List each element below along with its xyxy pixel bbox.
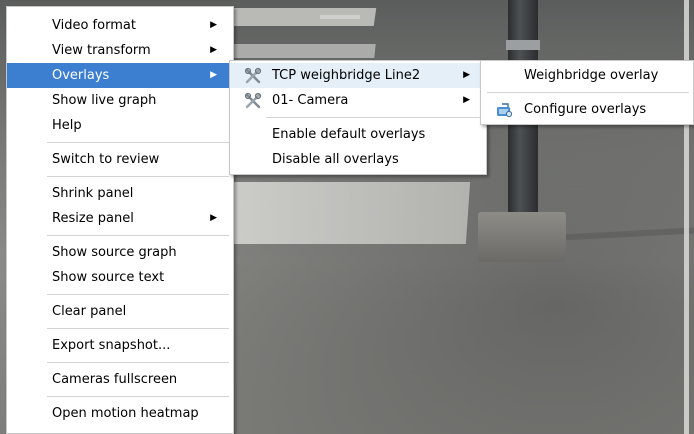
menu-item-cameras-fullscreen[interactable]: Cameras fullscreen	[7, 367, 233, 392]
menu-separator	[487, 92, 689, 93]
submenu-arrow-icon: ▶	[463, 70, 470, 80]
submenu-item-label: TCP weighbridge Line2	[272, 68, 421, 83]
menu-separator	[47, 176, 229, 177]
menu-item-label: Help	[52, 118, 82, 133]
submenu-item-enable-default-overlays[interactable]: Enable default overlays	[230, 122, 486, 147]
menu-item-label: Overlays	[52, 68, 110, 83]
submenu-item-label: Weighbridge overlay	[524, 68, 659, 83]
submenu-item-configure-overlays[interactable]: Configure overlays	[481, 97, 693, 122]
submenu-item-weighbridge-overlay[interactable]: Weighbridge overlay	[481, 63, 693, 88]
road-marking	[320, 15, 360, 19]
submenu-item-label: Disable all overlays	[272, 152, 399, 167]
overlays-submenu: TCP weighbridge Line2 ▶ 01- Camera ▶ Ena…	[229, 60, 487, 175]
menu-separator	[47, 142, 229, 143]
menu-item-label: Video format	[52, 18, 136, 33]
tools-icon	[244, 92, 262, 110]
context-menu: Video format ▶ View transform ▶ Overlays…	[6, 6, 234, 434]
road-marking	[225, 182, 471, 244]
submenu-arrow-icon: ▶	[210, 20, 217, 30]
menu-item-label: Show live graph	[52, 93, 157, 108]
menu-separator	[47, 362, 229, 363]
menu-item-label: Show source text	[52, 270, 165, 285]
menu-separator	[47, 235, 229, 236]
submenu-item-label: Configure overlays	[524, 102, 647, 117]
menu-item-overlays[interactable]: Overlays ▶	[7, 63, 233, 88]
submenu-item-label: Enable default overlays	[272, 127, 426, 142]
menu-item-label: Show source graph	[52, 245, 177, 260]
menu-separator	[47, 294, 229, 295]
tools-icon	[244, 67, 262, 85]
configure-overlays-icon	[495, 101, 513, 119]
submenu-arrow-icon: ▶	[463, 95, 470, 105]
submenu-item-tcp-weighbridge-line2[interactable]: TCP weighbridge Line2 ▶	[230, 63, 486, 88]
menu-item-switch-to-review[interactable]: Switch to review	[7, 147, 233, 172]
submenu-item-disable-all-overlays[interactable]: Disable all overlays	[230, 147, 486, 172]
menu-item-label: Open motion heatmap	[52, 406, 199, 421]
submenu-arrow-icon: ▶	[210, 213, 217, 223]
pole-base	[478, 212, 566, 262]
menu-item-resize-panel[interactable]: Resize panel ▶	[7, 206, 233, 231]
road-marking	[224, 44, 376, 58]
menu-item-view-transform[interactable]: View transform ▶	[7, 38, 233, 63]
weighbridge-submenu: Weighbridge overlay Configure overlays	[480, 60, 694, 125]
menu-separator	[47, 396, 229, 397]
menu-separator	[266, 117, 482, 118]
menu-item-label: View transform	[52, 43, 151, 58]
menu-item-label: Export snapshot...	[52, 338, 171, 353]
menu-item-open-motion-heatmap[interactable]: Open motion heatmap	[7, 401, 233, 426]
menu-item-show-source-text[interactable]: Show source text	[7, 265, 233, 290]
menu-item-show-source-graph[interactable]: Show source graph	[7, 240, 233, 265]
menu-item-label: Clear panel	[52, 304, 127, 319]
menu-item-label: Cameras fullscreen	[52, 372, 178, 387]
menu-item-shrink-panel[interactable]: Shrink panel	[7, 181, 233, 206]
menu-separator	[47, 328, 229, 329]
menu-item-export-snapshot[interactable]: Export snapshot...	[7, 333, 233, 358]
menu-item-label: Shrink panel	[52, 186, 134, 201]
menu-item-clear-panel[interactable]: Clear panel	[7, 299, 233, 324]
submenu-item-label: 01- Camera	[272, 93, 349, 108]
submenu-arrow-icon: ▶	[210, 70, 217, 80]
menu-item-label: Resize panel	[52, 211, 134, 226]
pole-band	[506, 40, 540, 50]
menu-item-video-format[interactable]: Video format ▶	[7, 13, 233, 38]
menu-item-label: Switch to review	[52, 152, 160, 167]
menu-item-help[interactable]: Help	[7, 113, 233, 138]
submenu-item-01-camera[interactable]: 01- Camera ▶	[230, 88, 486, 113]
submenu-arrow-icon: ▶	[210, 45, 217, 55]
menu-item-show-live-graph[interactable]: Show live graph	[7, 88, 233, 113]
